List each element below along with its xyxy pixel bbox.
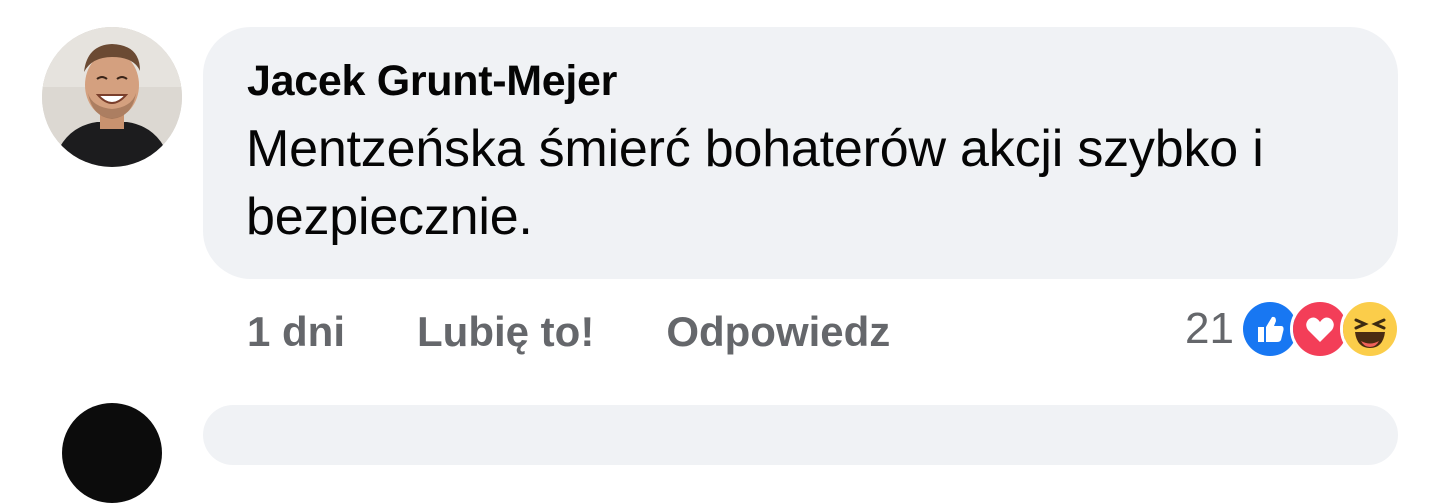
comment-bubble[interactable]: Jacek Grunt-Mejer Mentzeńska śmierć boha… bbox=[203, 27, 1398, 279]
comment-author[interactable]: Jacek Grunt-Mejer bbox=[247, 57, 617, 106]
user-avatar-photo-icon bbox=[42, 27, 182, 167]
haha-icon bbox=[1340, 299, 1400, 359]
reaction-count: 21 bbox=[1185, 304, 1234, 353]
comment-text: Mentzeńska śmierć bohaterów akcji szybko… bbox=[246, 120, 1264, 246]
next-comment-avatar[interactable] bbox=[62, 403, 162, 503]
comment-timestamp[interactable]: 1 dni bbox=[247, 308, 345, 356]
next-comment-bubble[interactable] bbox=[203, 405, 1398, 465]
avatar[interactable] bbox=[42, 27, 182, 167]
reply-button[interactable]: Odpowiedz bbox=[666, 308, 890, 356]
reaction-summary[interactable]: 21 bbox=[1185, 298, 1400, 360]
comment-actions: 1 dni Lubię to! Odpowiedz bbox=[247, 308, 890, 356]
like-button[interactable]: Lubię to! bbox=[417, 308, 594, 356]
